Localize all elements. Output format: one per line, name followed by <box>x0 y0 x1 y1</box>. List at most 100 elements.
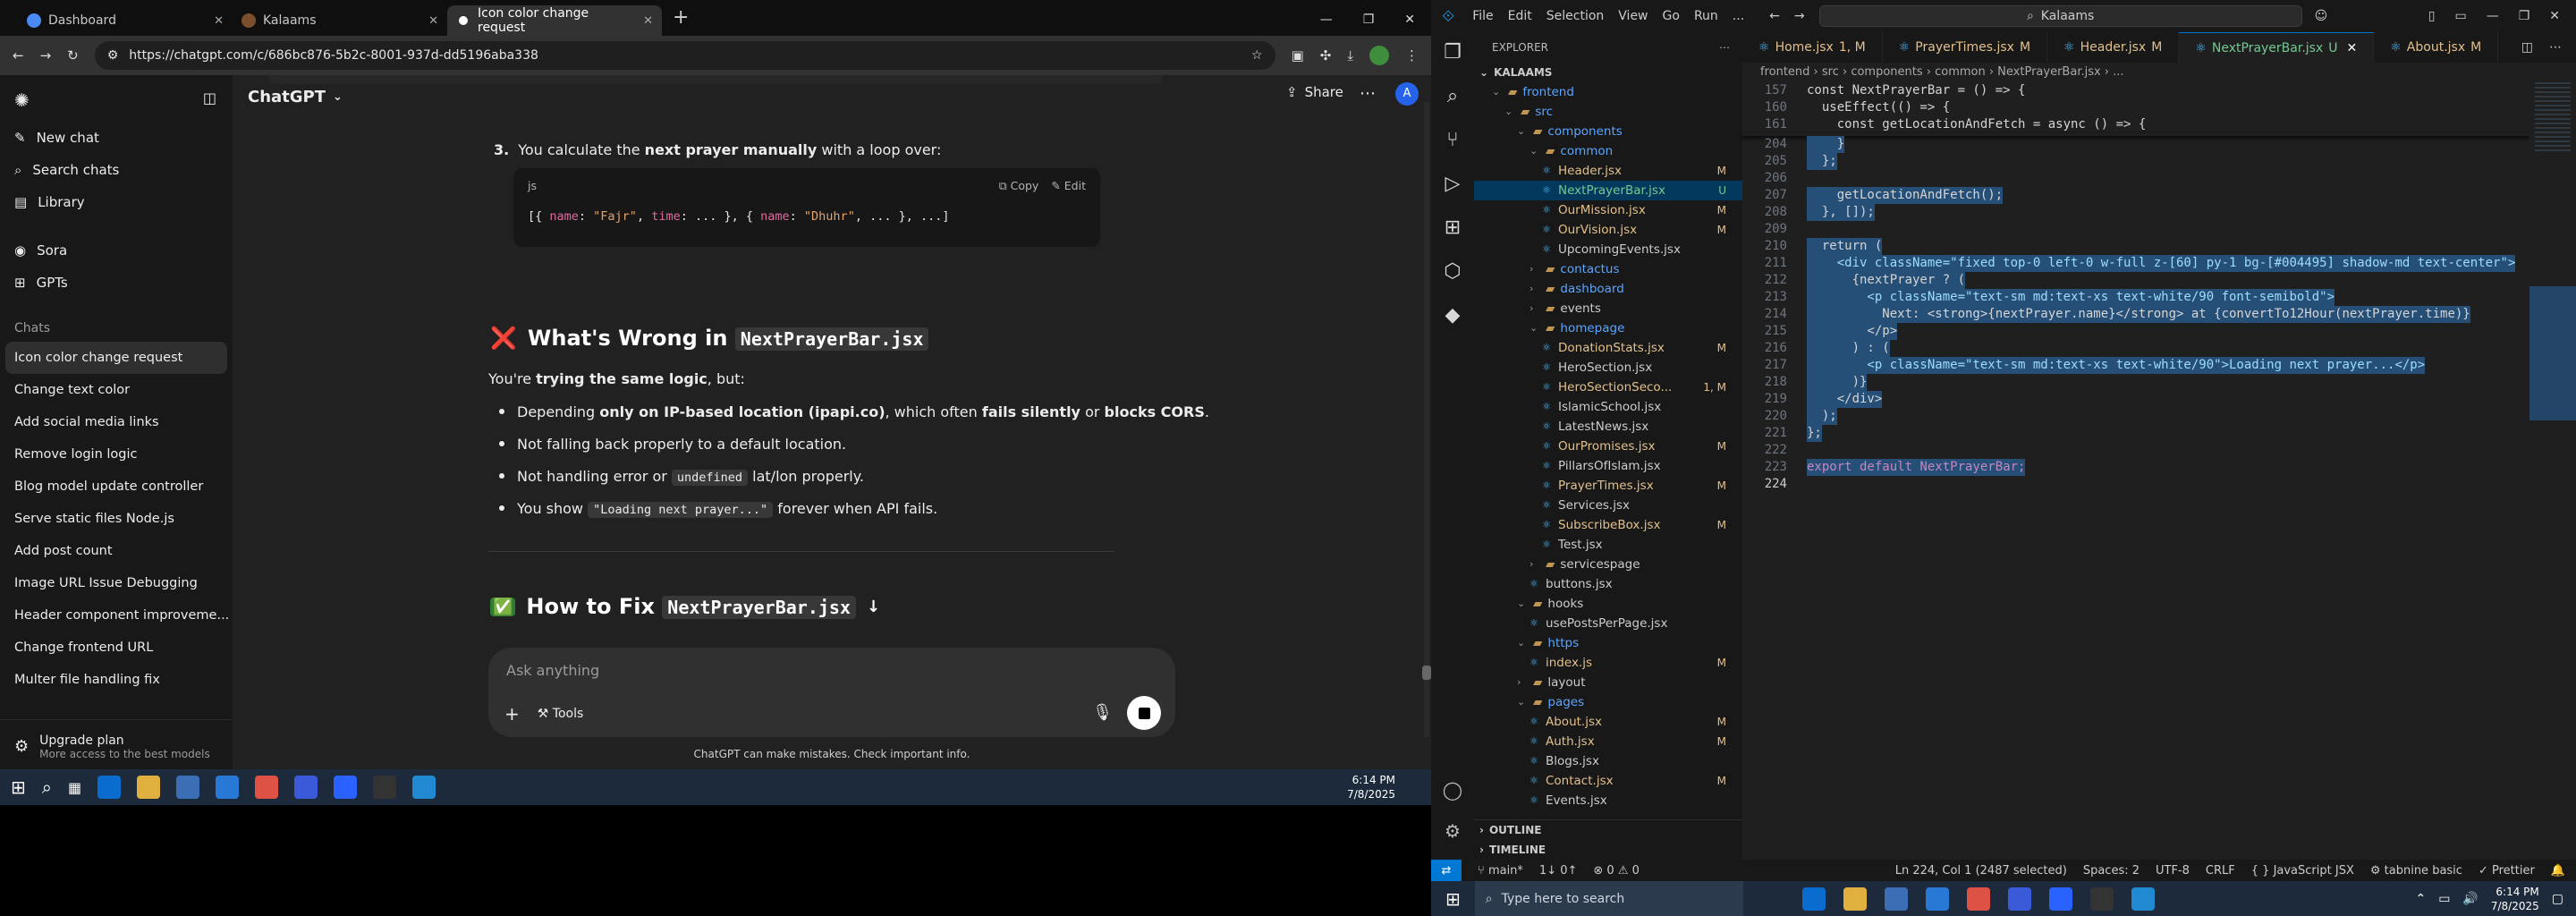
tab-dashboard[interactable]: Dashboard ✕ <box>18 5 233 36</box>
branch-indicator[interactable]: ⑂ main* <box>1478 864 1523 878</box>
nav-forward-icon[interactable]: → <box>1794 9 1805 23</box>
terminal-icon[interactable] <box>373 776 397 799</box>
folder-item[interactable]: › ▰ dashboard <box>1474 279 1742 299</box>
problems-indicator[interactable]: ⊗ 0 ⚠ 0 <box>1593 864 1640 878</box>
back-icon[interactable]: ← <box>13 47 24 64</box>
file-item[interactable]: ⚛ NextPrayerBar.jsx U <box>1474 181 1742 200</box>
task-view-icon[interactable]: ▦ <box>68 779 81 796</box>
mail-icon[interactable] <box>1925 886 1949 911</box>
copy-code-button[interactable]: ⧉ Copy <box>999 179 1039 193</box>
chrome-icon[interactable] <box>1966 886 1990 911</box>
bookmark-star-icon[interactable]: ☆ <box>1251 48 1263 63</box>
chat-item[interactable]: Change text color <box>0 374 233 406</box>
tab-chatgpt[interactable]: Icon color change request ✕ <box>447 5 662 36</box>
copilot-icon[interactable]: ☺ <box>2315 9 2328 23</box>
encoding[interactable]: UTF-8 <box>2156 864 2190 878</box>
nav-back-icon[interactable]: ← <box>1769 9 1780 23</box>
close-tab-icon[interactable]: ✕ <box>428 14 438 28</box>
tab-header-jsx[interactable]: ⚛ Header.jsx M <box>2047 32 2180 63</box>
taskbar-clock[interactable]: 6:14 PM 7/8/2025 <box>1347 773 1431 802</box>
close-sidebar-icon[interactable]: ◫ <box>203 89 216 111</box>
sync-indicator[interactable]: 1↓ 0↑ <box>1539 864 1577 878</box>
close-tab-icon[interactable]: ✕ <box>643 14 653 28</box>
notification-center-icon[interactable]: ▢ <box>2552 892 2563 906</box>
edit-code-button[interactable]: ✎ Edit <box>1051 179 1086 193</box>
scrollbar-track[interactable] <box>1424 102 1429 737</box>
tab-about-jsx[interactable]: ⚛ About.jsx M <box>2374 32 2499 63</box>
folder-item[interactable]: › ▰ contactus <box>1474 259 1742 279</box>
file-item[interactable]: ⚛ About.jsx M <box>1474 712 1742 732</box>
edge-icon[interactable] <box>97 776 122 799</box>
file-item[interactable]: ⚛ Test.jsx <box>1474 535 1742 555</box>
code-editor[interactable]: 157 const NextPrayerBar = () => {160 useE… <box>1742 82 2529 619</box>
download-icon[interactable]: ⤓ <box>1347 47 1353 64</box>
minimize-icon[interactable]: — <box>2487 9 2499 23</box>
folder-item[interactable]: ⌄ ▰ components <box>1474 122 1742 141</box>
taskbar-clock[interactable]: 6:14 PM 7/8/2025 <box>2491 885 2539 913</box>
taskbar-search[interactable]: ⌕ Type here to search <box>1474 881 1743 916</box>
folder-item[interactable]: ⌄ ▰ common <box>1474 141 1742 161</box>
app-icon[interactable] <box>2007 886 2031 911</box>
file-item[interactable]: ⚛ Contact.jsx M <box>1474 771 1742 791</box>
file-item[interactable]: ⚛ buttons.jsx <box>1474 574 1742 594</box>
prettier-status[interactable]: ✓ Prettier <box>2479 864 2535 878</box>
layout-icon[interactable]: ▯ <box>2428 9 2436 23</box>
chat-item[interactable]: Remove login logic <box>0 438 233 471</box>
file-item[interactable]: ⚛ DonationStats.jsx M <box>1474 338 1742 358</box>
chat-item[interactable]: Change frontend URL <box>0 632 233 664</box>
file-item[interactable]: ⚛ PillarsOfIslam.jsx <box>1474 456 1742 476</box>
breadcrumb[interactable]: frontend › src › components › common › N… <box>1742 63 2576 82</box>
search-icon[interactable]: ⌕ <box>1447 85 1458 107</box>
message-input[interactable]: Ask anything <box>488 648 1175 693</box>
tabnine-status[interactable]: ⚙ tabnine basic <box>2370 864 2462 878</box>
microphone-icon[interactable]: 🎙 <box>1092 703 1113 722</box>
explorer-icon[interactable]: ❐ <box>1444 41 1462 64</box>
file-item[interactable]: ⚛ Auth.jsx M <box>1474 732 1742 751</box>
file-item[interactable]: ⚛ Blogs.jsx <box>1474 751 1742 771</box>
zoom-icon[interactable] <box>2048 886 2072 911</box>
folder-item[interactable]: › ▰ events <box>1474 299 1742 318</box>
search-icon[interactable]: ⌕ <box>42 776 52 798</box>
chat-item[interactable]: Serve static files Node.js <box>0 503 233 535</box>
file-item[interactable]: ⚛ HeroSection.jsx <box>1474 358 1742 377</box>
chat-item[interactable]: Header component improveme... <box>0 599 233 632</box>
indentation[interactable]: Spaces: 2 <box>2083 864 2140 878</box>
file-item[interactable]: ⚛ Events.jsx <box>1474 791 1742 810</box>
language-mode[interactable]: { } JavaScript JSX <box>2251 864 2354 878</box>
timeline-section[interactable]: › TIMELINE <box>1474 840 1742 860</box>
user-avatar[interactable]: A <box>1395 82 1419 106</box>
close-window-icon[interactable]: ✕ <box>2549 9 2560 23</box>
gpts-button[interactable]: ⊞ GPTs <box>0 267 233 299</box>
workspace-root[interactable]: ⌄ KALAAMS <box>1474 63 1742 82</box>
chrome-icon[interactable] <box>255 776 279 799</box>
drop-icon[interactable]: ◆ <box>1445 304 1461 327</box>
file-item[interactable]: ⚛ UpcomingEvents.jsx <box>1474 240 1742 259</box>
file-explorer-icon[interactable] <box>137 776 161 799</box>
file-item[interactable]: ⚛ Header.jsx M <box>1474 161 1742 181</box>
notifications-bell-icon[interactable]: 🔔 <box>2551 864 2576 878</box>
remote-icon[interactable]: ⬡ <box>1444 260 1461 283</box>
scroll-down-arrow-icon[interactable]: ↓ <box>867 598 880 616</box>
tab-prayertimes-jsx[interactable]: ⚛ PrayerTimes.jsx M <box>1883 32 2048 63</box>
add-attachment-icon[interactable]: + <box>504 703 520 725</box>
file-item[interactable]: ⚛ OurPromises.jsx M <box>1474 437 1742 456</box>
chat-item[interactable]: Icon color change request <box>5 342 227 374</box>
file-item[interactable]: ⚛ Services.jsx <box>1474 496 1742 515</box>
settings-gear-icon[interactable]: ⚙ <box>1445 820 1461 842</box>
chat-item[interactable]: Multer file handling fix <box>0 664 233 696</box>
new-tab-button[interactable]: + <box>662 6 689 36</box>
outline-section[interactable]: › OUTLINE <box>1474 820 1742 840</box>
folder-item[interactable]: ⌄ ▰ src <box>1474 102 1742 122</box>
profile-avatar-icon[interactable] <box>1369 46 1389 65</box>
close-tab-icon[interactable]: ✕ <box>2347 41 2358 55</box>
command-center-search[interactable]: ⌕ Kalaams <box>1818 5 2302 27</box>
account-icon[interactable]: ◯ <box>1443 779 1462 801</box>
file-item[interactable]: ⚛ OurMission.jsx M <box>1474 200 1742 220</box>
tab-home-jsx[interactable]: ⚛ Home.jsx 1, M <box>1742 32 1883 63</box>
close-tab-icon[interactable]: ✕ <box>214 14 224 28</box>
stop-button[interactable] <box>1127 696 1161 730</box>
mail-icon[interactable] <box>216 776 240 799</box>
volume-icon[interactable]: 🔊 <box>2462 892 2478 906</box>
chat-item[interactable]: Add post count <box>0 535 233 567</box>
minimap[interactable] <box>2529 82 2576 458</box>
